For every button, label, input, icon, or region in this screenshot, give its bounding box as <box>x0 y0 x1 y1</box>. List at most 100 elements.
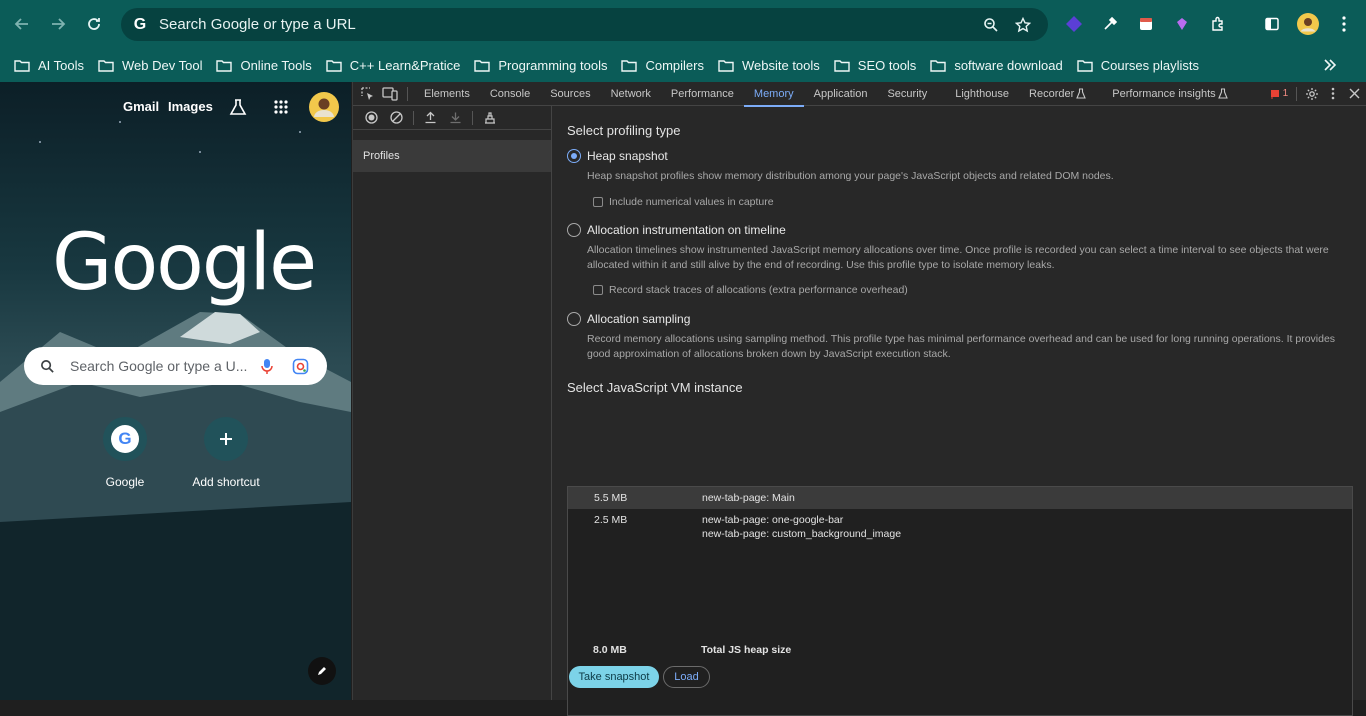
omnibox[interactable]: G Search Google or type a URL <box>121 8 1048 41</box>
memory-main: Select profiling type Heap snapshot Heap… <box>553 106 1366 716</box>
garbage-collect-icon[interactable] <box>477 106 502 130</box>
tab-performance[interactable]: Performance <box>661 82 744 106</box>
experiment-flask-icon <box>1076 88 1087 99</box>
folder-icon <box>621 59 638 72</box>
total-heap-label: Total JS heap size <box>701 644 792 656</box>
tab-console[interactable]: Console <box>480 82 540 106</box>
shortcut-label: Add shortcut <box>192 475 260 489</box>
tab-security[interactable]: Security <box>877 82 937 106</box>
ntp-search-box[interactable]: Search Google or type a U... <box>24 347 327 385</box>
extension-diamond-icon[interactable] <box>1064 14 1084 34</box>
tab-network[interactable]: Network <box>601 82 661 106</box>
folder-icon <box>326 59 342 72</box>
shortcut-label: Google <box>105 475 145 489</box>
shortcut-google[interactable]: G <box>103 417 147 461</box>
ntp-avatar[interactable] <box>309 92 339 122</box>
record-icon[interactable] <box>359 106 384 130</box>
extension-note-icon[interactable] <box>1136 14 1156 34</box>
vm-row[interactable]: 5.5 MB new-tab-page: Main <box>568 487 1352 509</box>
checkbox-numerical-values[interactable]: Include numerical values in capture <box>593 196 774 208</box>
gmail-link[interactable]: Gmail <box>123 99 159 114</box>
allocation-sampling-desc: Record memory allocations using sampling… <box>587 333 1336 360</box>
profiles-item[interactable]: Profiles <box>353 140 551 172</box>
issues-counter[interactable]: 1 <box>1270 88 1288 99</box>
tab-lighthouse[interactable]: Lighthouse <box>945 82 1019 106</box>
menu-kebab-icon[interactable] <box>1334 14 1354 34</box>
color-picker-icon[interactable] <box>1100 14 1120 34</box>
heap-snapshot-desc: Heap snapshot profiles show memory distr… <box>587 170 1114 182</box>
forward-icon[interactable] <box>48 14 68 34</box>
upload-icon[interactable] <box>418 106 443 130</box>
omnibox-text: Search Google or type a URL <box>159 16 356 33</box>
radio-heap-snapshot[interactable]: Heap snapshot <box>567 149 668 163</box>
folder-icon <box>14 59 30 72</box>
side-panel-icon[interactable] <box>1262 14 1282 34</box>
tab-elements[interactable]: Elements <box>414 82 480 106</box>
labs-flask-icon[interactable] <box>228 97 248 117</box>
bookmark-folder[interactable]: Compilers <box>621 52 712 78</box>
close-icon[interactable] <box>1349 88 1360 99</box>
bookmark-folder[interactable]: Programming tools <box>474 52 615 78</box>
zoom-icon[interactable] <box>981 15 1001 35</box>
bookmark-folder[interactable]: Website tools <box>718 52 828 78</box>
tab-performance-insights[interactable]: Performance insights <box>1102 82 1217 106</box>
vm-instance-heading: Select JavaScript VM instance <box>567 380 743 395</box>
back-icon[interactable] <box>12 14 32 34</box>
new-tab-page: Gmail Images Google Search Google or typ… <box>0 82 351 700</box>
bookmarks-overflow-icon[interactable] <box>1320 55 1340 75</box>
tab-application[interactable]: Application <box>804 82 878 106</box>
voice-search-icon[interactable] <box>260 358 274 375</box>
folder-icon <box>930 59 947 72</box>
profiling-type-heading: Select profiling type <box>567 123 681 138</box>
radio-unchecked-icon <box>567 223 581 237</box>
folder-icon <box>834 59 850 72</box>
checkbox-icon <box>593 285 603 295</box>
bookmark-folder[interactable]: SEO tools <box>834 52 925 78</box>
bookmark-folder[interactable]: software download <box>930 52 1070 78</box>
devtools-menu-icon[interactable] <box>1331 87 1335 100</box>
folder-icon <box>98 59 114 72</box>
bookmark-folder[interactable]: AI Tools <box>14 52 92 78</box>
total-heap-size: 8.0 MB <box>593 644 627 656</box>
radio-unchecked-icon <box>567 312 581 326</box>
allocation-timeline-desc: Allocation timelines show instrumented J… <box>587 244 1329 271</box>
checkbox-stack-traces[interactable]: Record stack traces of allocations (extr… <box>593 284 908 296</box>
tab-sources[interactable]: Sources <box>540 82 600 106</box>
load-button[interactable]: Load <box>663 666 710 688</box>
clear-icon[interactable] <box>384 106 409 130</box>
radio-allocation-timeline[interactable]: Allocation instrumentation on timeline <box>567 223 786 237</box>
device-toolbar-icon[interactable] <box>379 82 401 106</box>
google-g-icon: G <box>133 15 147 33</box>
pencil-icon <box>318 667 326 675</box>
download-icon[interactable] <box>443 106 468 130</box>
devtools-panel: Elements Console Sources Network Perform… <box>352 82 1366 716</box>
folder-icon <box>1077 59 1093 72</box>
tab-memory[interactable]: Memory <box>743 82 804 107</box>
bookmark-folder[interactable]: Online Tools <box>216 52 319 78</box>
bookmark-star-icon[interactable] <box>1013 15 1033 35</box>
bookmark-folder[interactable]: Web Dev Tool <box>98 52 210 78</box>
reload-icon[interactable] <box>84 14 104 34</box>
images-link[interactable]: Images <box>168 99 213 114</box>
toolbar-divider <box>1296 86 1298 101</box>
inspect-element-icon[interactable] <box>357 82 379 106</box>
bookmark-folder[interactable]: Courses playlists <box>1077 52 1207 78</box>
extensions-puzzle-icon[interactable] <box>1208 14 1228 34</box>
vm-row[interactable]: 2.5 MB new-tab-page: one-google-bar new-… <box>568 513 1352 543</box>
customize-pencil-button[interactable] <box>308 657 336 685</box>
plus-icon <box>220 433 232 445</box>
apps-grid-icon[interactable] <box>271 97 291 117</box>
profile-avatar[interactable] <box>1296 12 1320 36</box>
take-snapshot-button[interactable]: Take snapshot <box>569 666 659 688</box>
lens-icon[interactable] <box>292 358 309 375</box>
folder-icon <box>718 59 734 72</box>
mountain-background <box>0 121 351 700</box>
settings-gear-icon[interactable] <box>1305 87 1319 101</box>
folder-icon <box>474 59 491 72</box>
tab-recorder[interactable]: Recorder <box>1019 82 1076 106</box>
issue-flag-icon <box>1270 89 1279 99</box>
extension-gem-icon[interactable] <box>1172 14 1192 34</box>
radio-allocation-sampling[interactable]: Allocation sampling <box>567 312 690 326</box>
bookmark-folder[interactable]: C++ Learn&Pratice <box>326 52 469 78</box>
add-shortcut-button[interactable] <box>204 417 248 461</box>
